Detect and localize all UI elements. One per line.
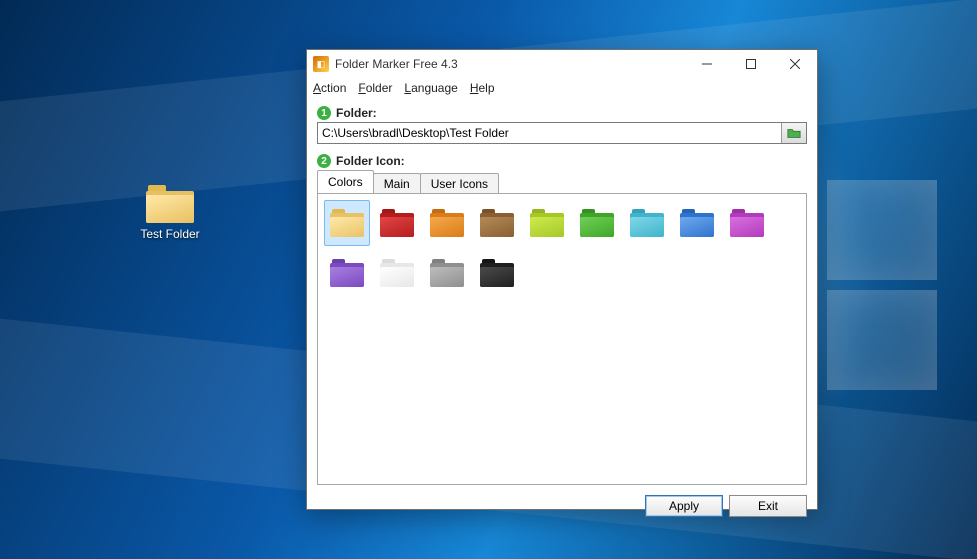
color-option-black[interactable] <box>474 250 520 296</box>
menu-folder[interactable]: Folder <box>358 81 392 95</box>
color-option-cyan[interactable] <box>624 200 670 246</box>
folder-icon <box>330 209 364 237</box>
tab-main[interactable]: Main <box>373 173 421 194</box>
folder-path-row <box>317 122 807 144</box>
folder-path-input[interactable] <box>318 123 781 143</box>
folder-icon <box>730 209 764 237</box>
titlebar[interactable]: ◧ Folder Marker Free 4.3 <box>307 50 817 78</box>
app-icon: ◧ <box>313 56 329 72</box>
folder-icon <box>580 209 614 237</box>
folder-icon <box>330 259 364 287</box>
step2-heading: 2 Folder Icon: <box>317 154 807 168</box>
color-option-purple[interactable] <box>324 250 370 296</box>
step2-badge-icon: 2 <box>317 154 331 168</box>
color-option-yellow[interactable] <box>324 200 370 246</box>
folder-icon <box>680 209 714 237</box>
desktop-folder-label: Test Folder <box>130 227 210 241</box>
menu-help[interactable]: Help <box>470 81 495 95</box>
folder-icon <box>530 209 564 237</box>
exit-button[interactable]: Exit <box>729 495 807 517</box>
folder-icon <box>630 209 664 237</box>
desktop: Test Folder ◧ Folder Marker Free 4.3 Act… <box>0 0 977 559</box>
color-option-lime[interactable] <box>524 200 570 246</box>
app-window: ◧ Folder Marker Free 4.3 Action Folder L… <box>306 49 818 510</box>
button-row: Apply Exit <box>317 495 807 517</box>
color-option-orange[interactable] <box>424 200 470 246</box>
color-option-blue[interactable] <box>674 200 720 246</box>
close-button[interactable] <box>773 50 817 78</box>
desktop-folder-icon[interactable]: Test Folder <box>130 185 210 241</box>
folder-icon <box>380 209 414 237</box>
folder-icon <box>380 259 414 287</box>
browse-folder-icon <box>787 127 801 139</box>
menu-action[interactable]: Action <box>313 81 346 95</box>
color-icon-grid <box>324 200 800 296</box>
folder-icon <box>430 209 464 237</box>
window-title: Folder Marker Free 4.3 <box>335 57 458 71</box>
color-option-red[interactable] <box>374 200 420 246</box>
tab-strip: Colors Main User Icons <box>317 171 807 193</box>
color-option-magenta[interactable] <box>724 200 770 246</box>
folder-icon <box>480 259 514 287</box>
color-option-green[interactable] <box>574 200 620 246</box>
folder-icon <box>430 259 464 287</box>
tab-panel-colors <box>317 193 807 485</box>
color-option-grey[interactable] <box>424 250 470 296</box>
folder-icon <box>480 209 514 237</box>
color-option-brown[interactable] <box>474 200 520 246</box>
tab-user-icons[interactable]: User Icons <box>420 173 499 194</box>
step1-badge-icon: 1 <box>317 106 331 120</box>
maximize-button[interactable] <box>729 50 773 78</box>
step2-label: Folder Icon: <box>336 154 405 168</box>
browse-button[interactable] <box>781 123 806 143</box>
color-option-white[interactable] <box>374 250 420 296</box>
folder-icon <box>146 185 194 223</box>
tab-colors[interactable]: Colors <box>317 170 374 193</box>
apply-button[interactable]: Apply <box>645 495 723 517</box>
minimize-button[interactable] <box>685 50 729 78</box>
step1-heading: 1 Folder: <box>317 106 807 120</box>
menu-language[interactable]: Language <box>404 81 457 95</box>
menu-bar: Action Folder Language Help <box>307 78 817 98</box>
step1-label: Folder: <box>336 106 377 120</box>
